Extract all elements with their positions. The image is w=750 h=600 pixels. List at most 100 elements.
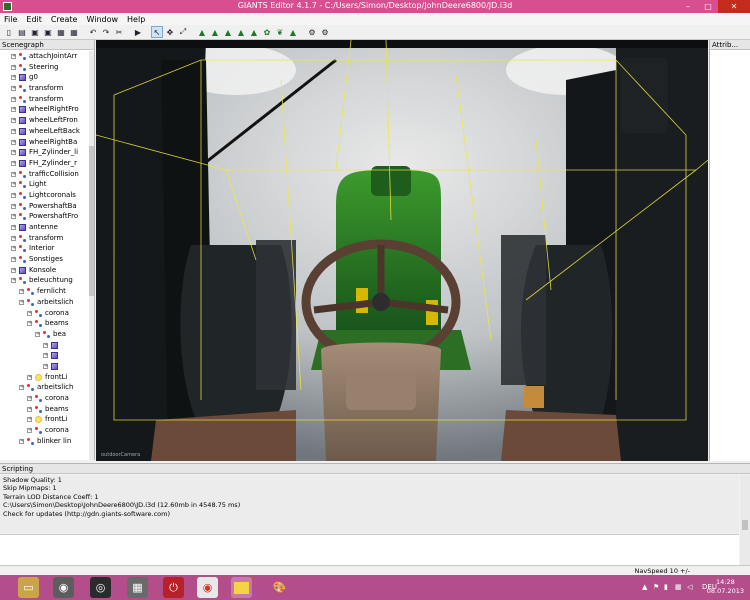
expand-toggle-icon[interactable]: + xyxy=(11,150,16,156)
scenegraph-node[interactable]: + Steering xyxy=(0,62,90,73)
expand-toggle-icon[interactable]: + xyxy=(11,267,16,273)
terrain-paint-icon[interactable]: ▲ xyxy=(248,26,260,38)
expand-toggle-icon[interactable]: + xyxy=(27,374,32,380)
expand-toggle-icon[interactable]: + xyxy=(19,385,24,391)
menu-edit[interactable]: Edit xyxy=(26,15,42,24)
media-player-icon[interactable]: ◎ xyxy=(90,577,111,598)
scenegraph-node[interactable]: + attachJointArr xyxy=(0,51,90,62)
expand-toggle-icon[interactable]: + xyxy=(27,321,32,327)
expand-toggle-icon[interactable]: + xyxy=(35,331,40,337)
expand-toggle-icon[interactable]: + xyxy=(11,54,16,59)
expand-toggle-icon[interactable]: + xyxy=(27,417,32,423)
scenegraph-node[interactable]: + arbeitslich xyxy=(0,297,90,308)
render-settings-icon[interactable]: ⚙ xyxy=(306,26,318,38)
scale-tool-icon[interactable]: ⤢ xyxy=(177,26,189,38)
battery-icon[interactable]: ▮ xyxy=(664,583,668,591)
scenegraph-node[interactable]: + g0 xyxy=(0,72,90,83)
expand-toggle-icon[interactable]: + xyxy=(27,406,32,412)
scenegraph-node[interactable]: + Sonstiges xyxy=(0,254,90,265)
scenegraph-node[interactable]: + transform xyxy=(0,83,90,94)
redo-icon[interactable]: ↷ xyxy=(100,26,112,38)
scenegraph-node[interactable]: + xyxy=(0,350,90,361)
maximize-button[interactable]: □ xyxy=(698,0,718,13)
expand-toggle-icon[interactable]: + xyxy=(11,225,16,230)
scenegraph-node[interactable]: + transform xyxy=(0,233,90,244)
antivirus-icon[interactable]: ▲ xyxy=(642,583,647,591)
scenegraph-node[interactable]: + xyxy=(0,340,90,351)
cut-icon[interactable]: ✂ xyxy=(113,26,125,38)
scenegraph-node[interactable]: + corona xyxy=(0,308,90,319)
scenegraph-node[interactable]: + arbeitslich xyxy=(0,382,90,393)
expand-toggle-icon[interactable]: + xyxy=(19,289,24,295)
expand-toggle-icon[interactable]: + xyxy=(11,192,16,198)
lighting-settings-icon[interactable]: ⚙ xyxy=(319,26,331,38)
open-file-icon[interactable]: ▤ xyxy=(16,26,28,38)
scenegraph-node[interactable]: + antenne xyxy=(0,222,90,233)
expand-toggle-icon[interactable]: + xyxy=(11,214,16,220)
scenegraph-node[interactable]: + xyxy=(0,361,90,372)
scenegraph-node[interactable]: + fernlicht xyxy=(0,286,90,297)
expand-toggle-icon[interactable]: + xyxy=(11,86,16,92)
undo-icon[interactable]: ↶ xyxy=(87,26,99,38)
expand-toggle-icon[interactable]: + xyxy=(11,235,16,241)
expand-toggle-icon[interactable]: + xyxy=(11,64,16,70)
expand-toggle-icon[interactable]: + xyxy=(11,128,16,134)
expand-toggle-icon[interactable]: + xyxy=(11,107,16,113)
scrollbar-thumb[interactable] xyxy=(742,520,748,530)
menu-window[interactable]: Window xyxy=(86,15,118,24)
new-file-icon[interactable]: ▯ xyxy=(3,26,15,38)
minimize-button[interactable]: – xyxy=(678,0,698,13)
scenegraph-node[interactable]: + Light xyxy=(0,179,90,190)
import-icon[interactable]: ▦ xyxy=(55,26,67,38)
expand-toggle-icon[interactable]: + xyxy=(11,139,16,145)
scenegraph-node[interactable]: + beams xyxy=(0,404,90,415)
scenegraph-node[interactable]: + PowershaftFro xyxy=(0,211,90,222)
clock[interactable]: 14:28 08.07.2013 xyxy=(707,578,744,596)
script-input[interactable] xyxy=(0,534,739,566)
menu-help[interactable]: Help xyxy=(127,15,145,24)
expand-toggle-icon[interactable]: + xyxy=(27,396,32,401)
scrollbar-thumb[interactable] xyxy=(89,146,94,296)
scenegraph-node[interactable]: + wheelRightBa xyxy=(0,137,90,148)
terrain-raise-icon[interactable]: ▲ xyxy=(196,26,208,38)
terrain-flatten-icon[interactable]: ▲ xyxy=(235,26,247,38)
notes-icon[interactable] xyxy=(231,577,252,598)
webcam-icon[interactable]: ◉ xyxy=(53,577,74,598)
menu-file[interactable]: File xyxy=(4,15,17,24)
expand-toggle-icon[interactable]: + xyxy=(11,75,16,81)
remote-desktop-icon[interactable]: ▦ xyxy=(127,577,148,598)
expand-toggle-icon[interactable]: + xyxy=(27,310,32,316)
scenegraph-scrollbar[interactable] xyxy=(89,51,94,460)
scenegraph-node[interactable]: + wheelLeftBack xyxy=(0,126,90,137)
power-icon[interactable]: ⏻ xyxy=(163,577,184,598)
scenegraph-node[interactable]: + Lightcoronals xyxy=(0,190,90,201)
scenegraph-node[interactable]: + blinker lin xyxy=(0,436,90,447)
save-icon[interactable]: ▣ xyxy=(29,26,41,38)
3d-viewport[interactable]: outdoorCamera xyxy=(96,40,708,461)
select-tool-icon[interactable]: ↖ xyxy=(151,26,163,38)
expand-toggle-icon[interactable]: + xyxy=(43,353,48,359)
expand-toggle-icon[interactable]: + xyxy=(19,438,24,444)
flag-icon[interactable]: ⚑ xyxy=(653,583,659,591)
scenegraph-node[interactable]: + frontLi xyxy=(0,372,90,383)
scenegraph-node[interactable]: + frontLi xyxy=(0,414,90,425)
menu-create[interactable]: Create xyxy=(51,15,78,24)
scenegraph-node[interactable]: + corona xyxy=(0,425,90,436)
foliage-erase-icon[interactable]: ❦ xyxy=(274,26,286,38)
scenegraph-node[interactable]: + transform xyxy=(0,94,90,105)
expand-toggle-icon[interactable]: + xyxy=(11,257,16,263)
terrain-info-icon[interactable]: ▲ xyxy=(287,26,299,38)
expand-toggle-icon[interactable]: + xyxy=(11,118,16,124)
expand-toggle-icon[interactable]: + xyxy=(27,428,32,434)
move-tool-icon[interactable]: ✥ xyxy=(164,26,176,38)
scenegraph-node[interactable]: + corona xyxy=(0,393,90,404)
save-as-icon[interactable]: ▣ xyxy=(42,26,54,38)
scenegraph-node[interactable]: + wheelRightFro xyxy=(0,104,90,115)
foliage-paint-icon[interactable]: ✿ xyxy=(261,26,273,38)
expand-toggle-icon[interactable]: + xyxy=(43,363,48,369)
expand-toggle-icon[interactable]: + xyxy=(11,203,16,209)
expand-toggle-icon[interactable]: + xyxy=(11,246,16,252)
play-icon[interactable]: ▶ xyxy=(132,26,144,38)
expand-toggle-icon[interactable]: + xyxy=(11,171,16,177)
file-explorer-icon[interactable]: ▭ xyxy=(18,577,39,598)
